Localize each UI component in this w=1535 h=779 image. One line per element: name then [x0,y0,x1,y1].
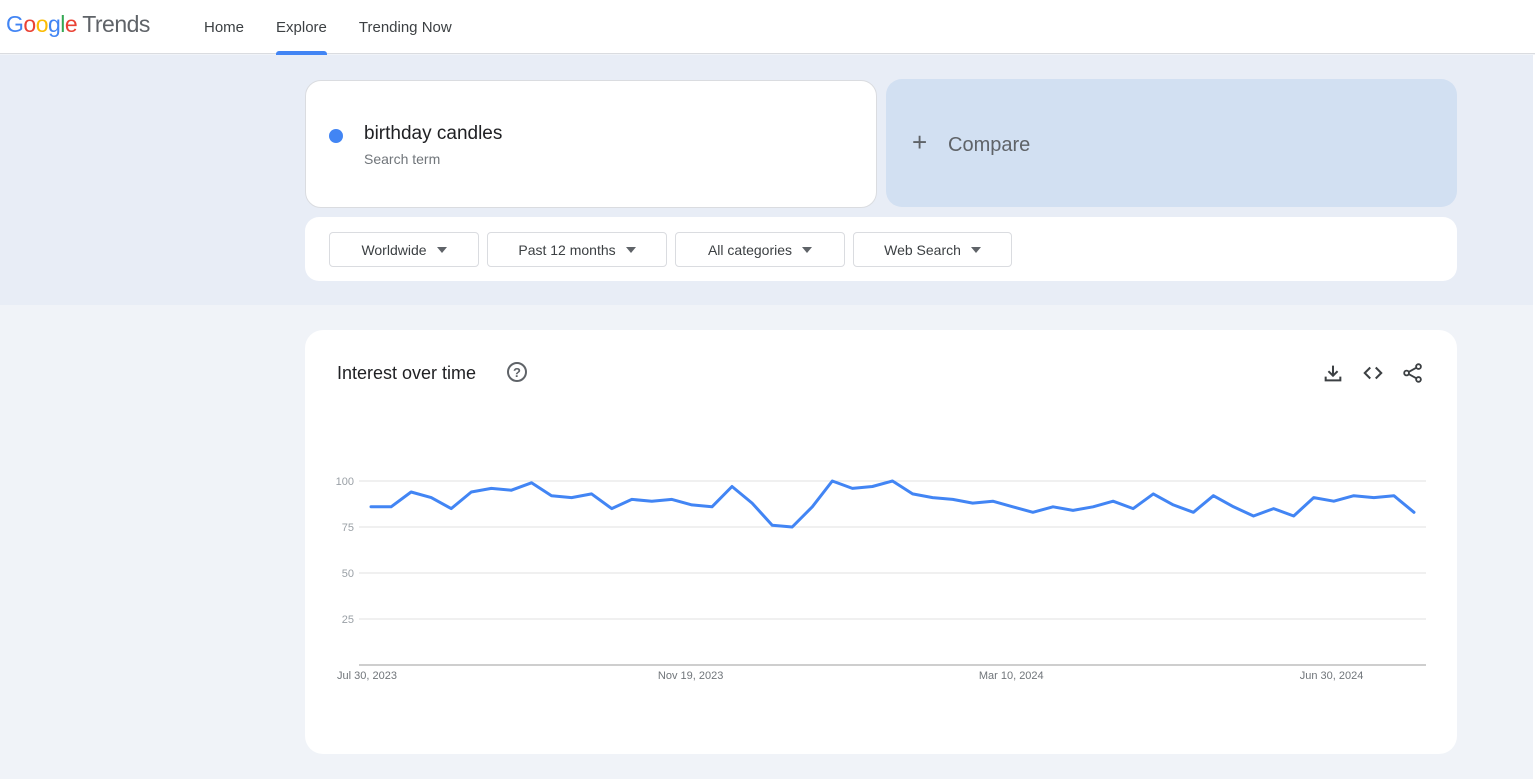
dropdown-caret-icon [625,246,636,253]
search-term-card[interactable]: birthday candles Search term [305,80,877,208]
data-point[interactable] [786,521,798,533]
data-point[interactable] [1368,492,1380,504]
data-point[interactable] [1007,501,1019,513]
filter-label: Web Search [884,241,961,258]
data-point[interactable] [485,482,497,494]
data-point[interactable] [385,501,397,513]
data-point[interactable] [766,519,778,531]
plus-icon: + [912,127,928,157]
data-point[interactable] [606,503,618,515]
data-point[interactable] [505,484,517,496]
data-point[interactable] [826,475,838,487]
data-point[interactable] [706,501,718,513]
data-point[interactable] [1167,499,1179,511]
download-icon[interactable] [1322,362,1344,384]
data-point[interactable] [646,495,658,507]
data-point[interactable] [1087,501,1099,513]
top-bar: Google Trends Home Explore Trending Now [0,0,1535,55]
data-point[interactable] [746,497,758,509]
dropdown-caret-icon [970,246,981,253]
filter-label: Worldwide [361,241,427,258]
data-point[interactable] [1308,492,1320,504]
data-point[interactable] [1227,501,1239,513]
data-point[interactable] [1388,490,1400,502]
filter-search-type[interactable]: Web Search [853,232,1012,267]
google-trends-logo[interactable]: Google Trends [6,11,150,38]
data-point[interactable] [927,492,939,504]
data-point[interactable] [666,493,678,505]
embed-code-icon[interactable] [1362,362,1384,384]
data-point[interactable] [1328,495,1340,507]
data-point[interactable] [1348,490,1360,502]
data-point[interactable] [726,481,738,493]
data-point[interactable] [365,501,377,513]
data-point[interactable] [1067,504,1079,516]
logo-letter: o [35,11,49,37]
help-icon[interactable]: ? [507,362,527,382]
data-point[interactable] [1268,503,1280,515]
data-point[interactable] [1248,510,1260,522]
data-point[interactable] [1127,503,1139,515]
interest-over-time-card: Interest over time ? [305,330,1457,754]
data-point[interactable] [546,490,558,502]
data-point[interactable] [1027,506,1039,518]
filter-category[interactable]: All categories [675,232,845,267]
nav-explore[interactable]: Explore [276,0,327,55]
data-point[interactable] [586,488,598,500]
data-point[interactable] [887,475,899,487]
filters-bar: Worldwide Past 12 months All categories … [305,217,1457,281]
search-term-type: Search term [364,151,441,167]
data-point[interactable] [907,488,919,500]
nav-home[interactable]: Home [204,0,244,54]
nav-trending-now[interactable]: Trending Now [359,0,452,54]
data-point[interactable] [987,495,999,507]
data-point[interactable] [1187,506,1199,518]
data-point[interactable] [806,501,818,513]
data-point[interactable] [465,486,477,498]
data-point[interactable] [445,503,457,515]
data-point[interactable] [566,492,578,504]
search-term-name[interactable]: birthday candles [364,123,502,145]
filter-location[interactable]: Worldwide [329,232,479,267]
data-point[interactable] [967,497,979,509]
dropdown-caret-icon [802,246,813,253]
data-point[interactable] [846,482,858,494]
data-point[interactable] [686,499,698,511]
data-point[interactable] [947,493,959,505]
data-point[interactable] [525,477,537,489]
data-point[interactable] [1288,510,1300,522]
data-point[interactable] [866,481,878,493]
data-point[interactable] [626,493,638,505]
data-point[interactable] [405,486,417,498]
main-nav: Home Explore Trending Now [204,0,484,55]
data-point[interactable] [425,492,437,504]
filter-label: Past 12 months [518,241,616,258]
compare-button[interactable]: + Compare [886,79,1457,207]
logo-letter: G [6,11,24,37]
logo-letter: o [23,11,36,37]
data-point[interactable] [1047,501,1059,513]
term-color-dot [329,129,343,143]
logo-letter: g [47,11,61,37]
share-icon[interactable] [1402,362,1424,384]
data-point[interactable] [1408,506,1420,518]
data-point[interactable] [1147,488,1159,500]
filter-time-range[interactable]: Past 12 months [487,232,667,267]
dropdown-caret-icon [436,246,447,253]
card-title: Interest over time [337,363,477,383]
filter-label: All categories [707,241,793,258]
logo-letter: e [64,11,78,37]
logo-product-name: Trends [82,11,150,37]
compare-label: Compare [948,134,1031,156]
data-point[interactable] [1207,490,1219,502]
data-point[interactable] [1107,495,1119,507]
